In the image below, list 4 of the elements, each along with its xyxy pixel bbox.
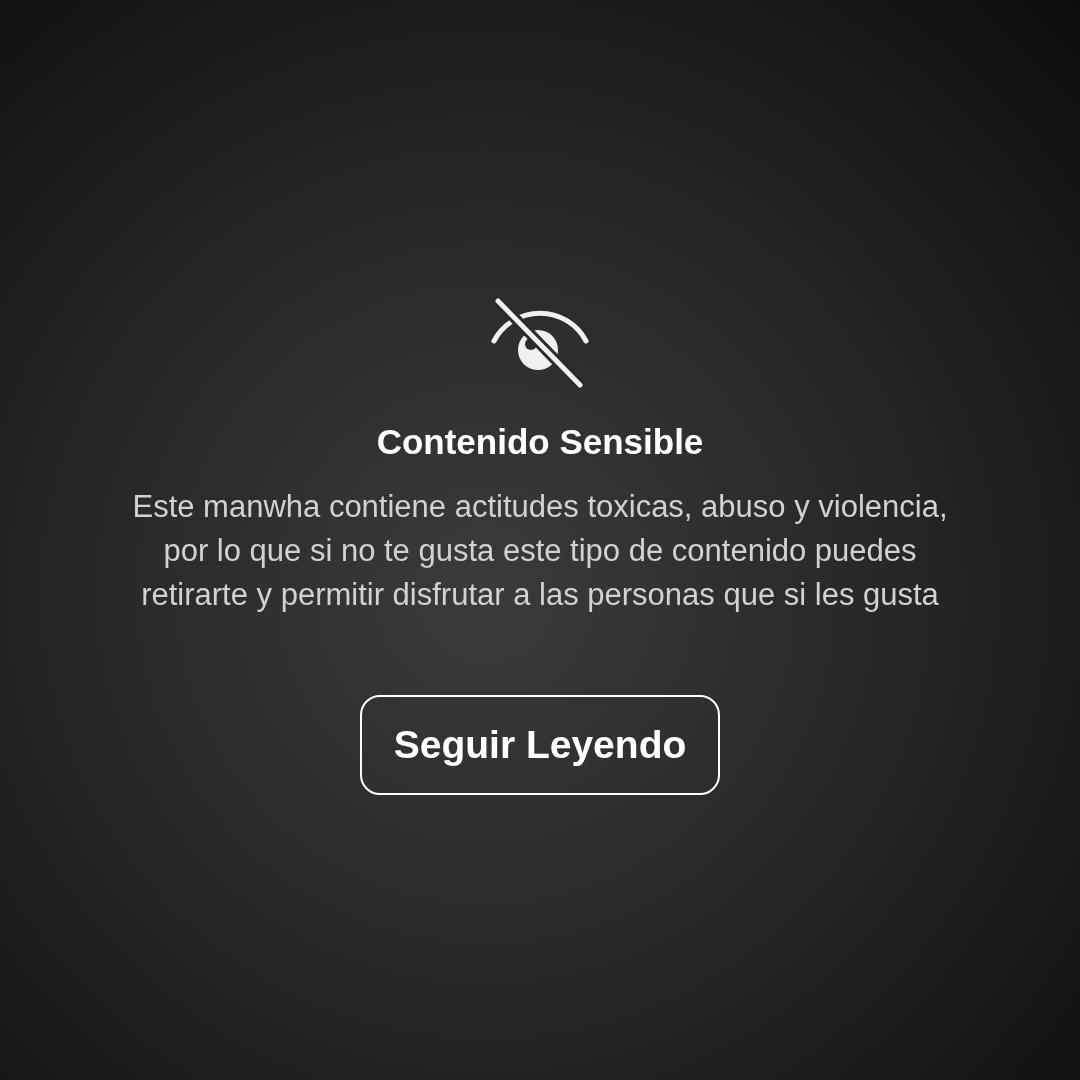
hidden-eye-icon	[490, 295, 590, 390]
continue-reading-button[interactable]: Seguir Leyendo	[359, 695, 721, 795]
warning-message: Este manwha contiene actitudes toxicas, abuso y violencia, por lo que si no te gusta este tipo de contenido puedes retirarte y permitir disfrutar a las personas que si les gusta	[131, 488, 949, 614]
dialog-title: Contenido Sensible	[376, 424, 704, 459]
